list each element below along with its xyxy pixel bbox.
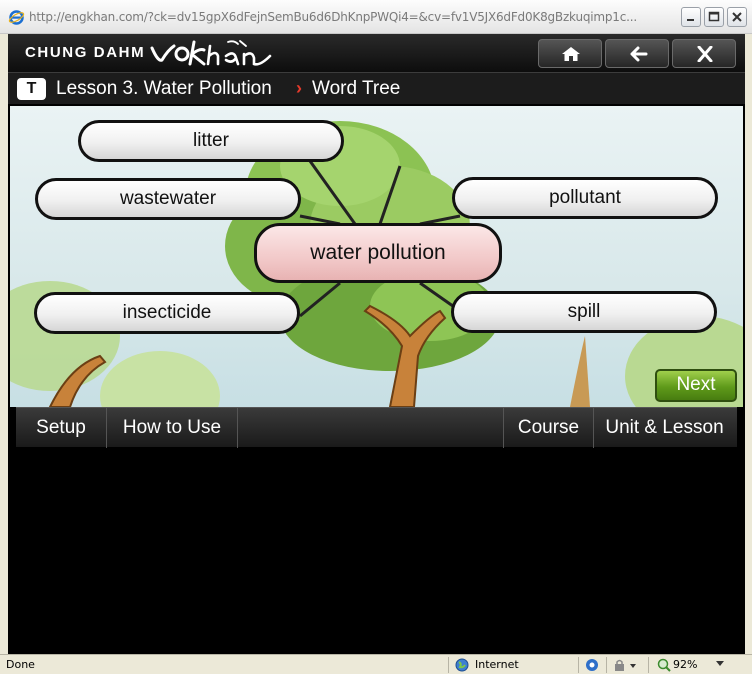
bottom-nav: Setup How to Use Course Unit & Lesson: [16, 407, 737, 448]
back-button[interactable]: [605, 39, 669, 68]
zoom-icon: [657, 658, 671, 672]
minimize-button[interactable]: [681, 7, 701, 27]
word-wastewater[interactable]: wastewater: [35, 178, 301, 220]
word-litter[interactable]: litter: [78, 120, 344, 162]
address-url: http://engkhan.com/?ck=dv15gpX6dFejnSemB…: [29, 10, 637, 24]
exit-button[interactable]: [672, 39, 736, 68]
maximize-button[interactable]: [704, 7, 724, 27]
breadcrumb: T Lesson 3. Water Pollution › Word Tree: [8, 72, 745, 104]
security-lock-icon[interactable]: [613, 658, 637, 672]
zone-label: Internet: [475, 658, 519, 671]
vokhan-logo: [150, 40, 272, 66]
next-button[interactable]: Next: [655, 369, 737, 402]
center-word[interactable]: water pollution: [254, 223, 502, 283]
brand-name: CHUNG DAHM: [25, 44, 146, 61]
word-tree-stage: litter wastewater pollutant insecticide …: [10, 106, 743, 407]
nav-setup[interactable]: Setup: [16, 408, 107, 448]
status-text: Done: [6, 658, 35, 671]
protected-mode-icon[interactable]: [585, 658, 599, 672]
app-frame: CHUNG DAHM T Lesson 3. Water Pollution ›…: [8, 34, 745, 654]
home-icon: [562, 47, 580, 61]
internet-explorer-icon: [8, 10, 25, 25]
globe-icon: [455, 658, 469, 672]
breadcrumb-section: Word Tree: [312, 78, 401, 99]
zoom-level[interactable]: 92%: [673, 658, 697, 671]
browser-title-bar: http://engkhan.com/?ck=dv15gpX6dFejnSemB…: [0, 0, 752, 34]
back-arrow-icon: [630, 46, 648, 62]
nav-how-to-use[interactable]: How to Use: [107, 408, 238, 448]
nav-course[interactable]: Course: [503, 408, 594, 448]
home-button[interactable]: [538, 39, 602, 68]
breadcrumb-lesson: Lesson 3. Water Pollution: [56, 78, 272, 99]
close-icon: [697, 46, 713, 62]
app-header: CHUNG DAHM: [8, 34, 745, 72]
status-divider: [606, 657, 607, 673]
status-divider: [448, 657, 449, 673]
breadcrumb-separator: ›: [296, 78, 302, 98]
word-insecticide[interactable]: insecticide: [34, 292, 300, 334]
status-divider: [578, 657, 579, 673]
teacher-badge: T: [17, 78, 46, 100]
word-pollutant[interactable]: pollutant: [452, 177, 718, 219]
browser-status-bar: Done Internet 92%: [0, 654, 752, 674]
zoom-dropdown-icon[interactable]: [716, 661, 724, 667]
nav-unit-lesson[interactable]: Unit & Lesson: [594, 408, 735, 448]
close-window-button[interactable]: [727, 7, 747, 27]
status-divider: [648, 657, 649, 673]
word-spill[interactable]: spill: [451, 291, 717, 333]
